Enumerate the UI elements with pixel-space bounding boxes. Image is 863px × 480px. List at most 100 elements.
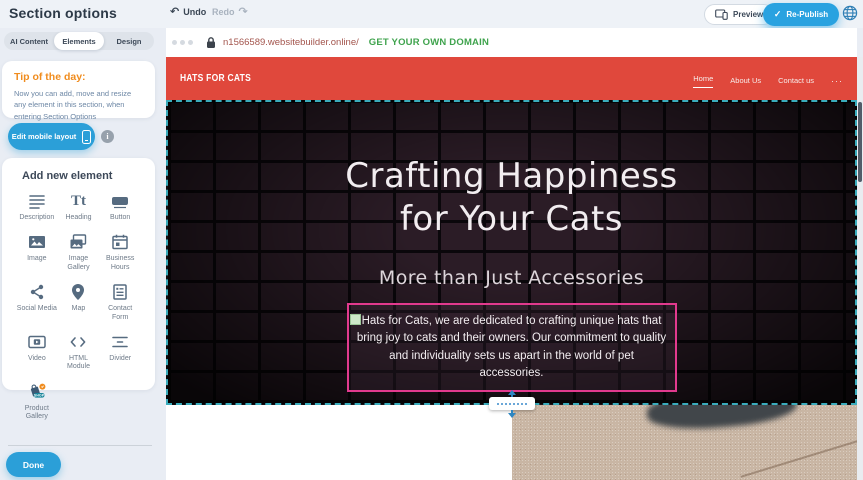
element-item-label: Social Media	[17, 305, 57, 313]
element-item-label: Map	[72, 305, 86, 313]
site-logo[interactable]: HATS FOR CATS	[180, 73, 251, 84]
undo-icon: ↶	[170, 6, 179, 17]
product-gallery-icon: SHOP	[27, 382, 47, 402]
drag-dots	[497, 403, 527, 405]
nav-home[interactable]: Home	[693, 70, 713, 88]
tab-ai-content[interactable]: AI Content	[4, 32, 54, 50]
element-item-label: Business Hours	[99, 255, 141, 272]
cat-silhouette	[646, 405, 798, 432]
app-window: Section options ↶ Undo Redo ↷ Preview ✓ …	[0, 0, 863, 480]
element-item-business-hours[interactable]: Business Hours	[99, 229, 141, 275]
preview-label: Preview	[733, 10, 763, 19]
business-hours-icon	[110, 232, 130, 252]
globe-icon	[841, 4, 859, 22]
element-item-map[interactable]: Map	[58, 279, 100, 325]
lock-icon	[205, 36, 217, 49]
element-item-video[interactable]: Video	[16, 329, 58, 375]
top-toolbar: Section options ↶ Undo Redo ↷ Preview ✓ …	[0, 0, 863, 28]
hero-heading[interactable]: Crafting Happiness for Your Cats	[322, 155, 702, 241]
html-module-icon	[68, 332, 88, 352]
element-item-label: Button	[110, 214, 130, 222]
check-icon: ✓	[774, 9, 782, 20]
element-item-label: Image Gallery	[58, 255, 100, 272]
tab-design[interactable]: Design	[104, 32, 154, 50]
sidebar-divider	[8, 445, 152, 446]
tip-body: Now you can add, move and resize any ele…	[14, 88, 143, 122]
element-item-label: Image	[27, 255, 46, 263]
scrollbar-track[interactable]	[857, 57, 863, 480]
carpet-image	[512, 405, 857, 480]
element-item-label: Video	[28, 355, 46, 363]
site-nav: Home About Us Contact us ···	[693, 57, 843, 100]
element-grid: Description Tt Heading Button Ima	[16, 188, 141, 425]
nav-contact-us[interactable]: Contact us	[778, 72, 814, 85]
element-item-divider[interactable]: Divider	[99, 329, 141, 375]
window-dots	[172, 40, 193, 45]
tab-elements[interactable]: Elements	[54, 32, 104, 50]
element-item-label: Heading	[65, 214, 91, 222]
element-item-label: HTML Module	[58, 355, 100, 372]
button-icon	[110, 191, 130, 211]
element-item-label: Divider	[109, 355, 131, 363]
page-title: Section options	[9, 5, 117, 21]
tip-of-the-day-card: Tip of the day: Now you can add, move an…	[2, 61, 155, 118]
description-icon	[27, 191, 47, 211]
redo-icon: ↷	[239, 6, 248, 17]
element-item-image-gallery[interactable]: Image Gallery	[58, 229, 100, 275]
sidebar-tabs: AI Content Elements Design	[4, 32, 154, 50]
edit-mobile-label: Edit mobile layout	[12, 132, 77, 141]
site-header: HATS FOR CATS Home About Us Contact us ·…	[166, 57, 857, 100]
site-url[interactable]: n1566589.websitebuilder.online/	[223, 37, 359, 48]
element-item-label: Contact Form	[99, 305, 141, 322]
element-item-button[interactable]: Button	[99, 188, 141, 225]
element-item-product-gallery[interactable]: SHOP Product Gallery	[16, 379, 58, 425]
image-gallery-icon	[68, 232, 88, 252]
republish-button[interactable]: ✓ Re-Publish	[763, 3, 839, 26]
element-item-contact-form[interactable]: Contact Form	[99, 279, 141, 325]
undo-button[interactable]: ↶ Undo	[170, 6, 206, 17]
site-preview-frame: n1566589.websitebuilder.online/ GET YOUR…	[166, 28, 857, 480]
redo-label: Redo	[212, 7, 235, 17]
carpet-seam	[740, 426, 857, 477]
add-element-title: Add new element	[22, 170, 141, 182]
contact-form-icon	[110, 282, 130, 302]
sidebar: AI Content Elements Design Tip of the da…	[0, 28, 160, 480]
element-item-html-module[interactable]: HTML Module	[58, 329, 100, 375]
hero-section[interactable]: Crafting Happiness for Your Cats More th…	[166, 100, 857, 405]
tip-title: Tip of the day:	[14, 71, 143, 83]
heading-icon: Tt	[68, 191, 88, 211]
video-icon	[27, 332, 47, 352]
element-item-label: Product Gallery	[16, 405, 58, 422]
undo-label: Undo	[183, 7, 206, 17]
phone-icon	[82, 130, 91, 144]
divider-icon	[110, 332, 130, 352]
devices-icon	[715, 9, 728, 20]
map-icon	[68, 282, 88, 302]
scrollbar-thumb[interactable]	[858, 102, 862, 182]
redo-button[interactable]: Redo ↷	[212, 6, 248, 17]
image-icon	[27, 232, 47, 252]
hero-subheading[interactable]: More than Just Accessories	[168, 267, 855, 289]
shop-tag-label: SHOP	[34, 393, 45, 397]
section-resize-handle[interactable]	[489, 390, 535, 418]
nav-more-menu[interactable]: ···	[831, 72, 843, 86]
hero-paragraph-text: Hats for Cats, we are dedicated to craft…	[357, 313, 667, 382]
info-icon[interactable]: i	[101, 130, 114, 143]
edit-mobile-layout-button[interactable]: Edit mobile layout	[8, 123, 95, 150]
arrow-down-icon	[508, 413, 516, 418]
hero-paragraph-selected[interactable]: Hats for Cats, we are dedicated to craft…	[347, 303, 677, 392]
resize-handle-pill[interactable]	[489, 397, 535, 410]
element-item-heading[interactable]: Tt Heading	[58, 188, 100, 225]
selection-handle[interactable]	[350, 314, 361, 325]
republish-label: Re-Publish	[786, 10, 828, 19]
social-media-icon	[27, 282, 47, 302]
browser-url-bar: n1566589.websitebuilder.online/ GET YOUR…	[166, 28, 857, 57]
language-globe-button[interactable]	[841, 4, 859, 22]
done-button[interactable]: Done	[6, 452, 61, 477]
element-item-social-media[interactable]: Social Media	[16, 279, 58, 325]
nav-about-us[interactable]: About Us	[730, 72, 761, 85]
element-item-image[interactable]: Image	[16, 229, 58, 275]
element-item-description[interactable]: Description	[16, 188, 58, 225]
get-domain-link[interactable]: GET YOUR OWN DOMAIN	[369, 37, 489, 48]
element-item-label: Description	[19, 214, 54, 222]
